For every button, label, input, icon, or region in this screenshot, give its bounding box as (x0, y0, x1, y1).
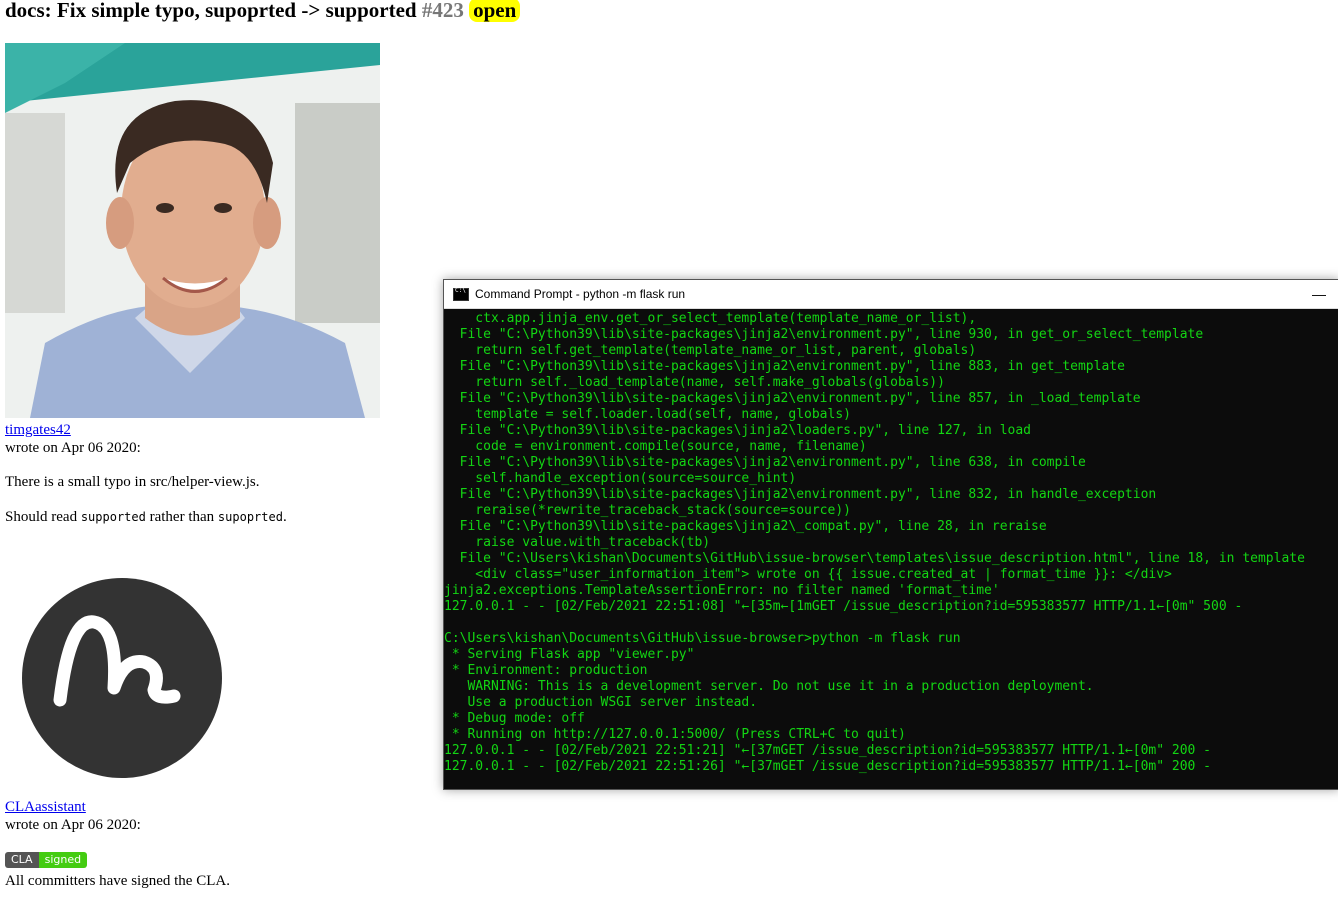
console-line: * Serving Flask app "viewer.py" (444, 647, 695, 662)
console-line: jinja2.exceptions.TemplateAssertionError… (444, 583, 1000, 598)
console-line: <div class="user_information_item"> wrot… (444, 567, 1172, 582)
issue-title-text: docs: Fix simple typo, supoprted -> supp… (5, 0, 417, 22)
badge-status: signed (38, 852, 88, 868)
text-segment: rather than (145, 509, 218, 525)
console-line: * Debug mode: off (444, 711, 585, 726)
console-line: return self._load_template(name, self.ma… (444, 375, 945, 390)
code-supoprted: supoprted (217, 510, 283, 524)
console-output[interactable]: ctx.app.jinja_env.get_or_select_template… (444, 309, 1338, 787)
badge-label: CLA (5, 852, 39, 868)
console-line: WARNING: This is a development server. D… (444, 679, 1094, 694)
console-line: 127.0.0.1 - - [02/Feb/2021 22:51:08] "←[… (444, 599, 1243, 614)
issue-title: docs: Fix simple typo, supoprted -> supp… (5, 0, 521, 25)
comment-text-cla: All committers have signed the CLA. (5, 873, 230, 889)
comment-author-link-cla[interactable]: CLAassistant (5, 799, 86, 816)
text-segment: . (282, 509, 287, 525)
comment-author-link[interactable]: timgates42 (5, 422, 71, 439)
console-line: File "C:\Users\kishan\Documents\GitHub\i… (444, 551, 1305, 566)
avatar-timgates42 (5, 43, 380, 418)
console-line: * Environment: production (444, 663, 648, 678)
window-title: Command Prompt - python -m flask run (475, 287, 686, 301)
comment-text: There is a small typo in src/helper-view… (5, 474, 260, 490)
console-line: raise value.with_traceback(tb) (444, 535, 711, 550)
console-line: return self.get_template(template_name_o… (444, 343, 977, 358)
text-segment: Should read (5, 509, 81, 525)
minimize-button[interactable]: — (1299, 286, 1338, 302)
console-line: File "C:\Python39\lib\site-packages\jinj… (444, 327, 1204, 342)
issue-number: #423 (421, 0, 464, 22)
console-line: code = environment.compile(source, name,… (444, 439, 867, 454)
code-supported: supported (80, 510, 146, 524)
cmd-icon (453, 287, 469, 301)
comment-date: wrote on Apr 06 2020: (5, 440, 141, 456)
window-titlebar[interactable]: Command Prompt - python -m flask run — (444, 280, 1338, 309)
console-line: ctx.app.jinja_env.get_or_select_template… (444, 311, 977, 326)
console-line: * Running on http://127.0.0.1:5000/ (Pre… (444, 727, 906, 742)
console-line: Use a production WSGI server instead. (444, 695, 758, 710)
avatar-claassistant (22, 578, 222, 778)
console-line: File "C:\Python39\lib\site-packages\jinj… (444, 519, 1047, 534)
console-line: C:\Users\kishan\Documents\GitHub\issue-b… (444, 631, 961, 646)
comment-date-cla: wrote on Apr 06 2020: (5, 817, 141, 833)
console-line: 127.0.0.1 - - [02/Feb/2021 22:51:21] "←[… (444, 743, 1212, 758)
cla-signed-badge: CLA signed (5, 852, 88, 868)
issue-state-badge: open (469, 0, 521, 22)
console-line: File "C:\Python39\lib\site-packages\jinj… (444, 455, 1086, 470)
console-line: self.handle_exception(source=source_hint… (444, 471, 797, 486)
command-prompt-window[interactable]: Command Prompt - python -m flask run — c… (443, 279, 1338, 790)
comment-text-suggestion: Should read supported rather than supopr… (5, 509, 287, 526)
console-line: File "C:\Python39\lib\site-packages\jinj… (444, 487, 1157, 502)
console-line: reraise(*rewrite_traceback_stack(source=… (444, 503, 851, 518)
console-line: 127.0.0.1 - - [02/Feb/2021 22:51:26] "←[… (444, 759, 1212, 774)
console-line: File "C:\Python39\lib\site-packages\jinj… (444, 359, 1125, 374)
console-line: File "C:\Python39\lib\site-packages\jinj… (444, 391, 1141, 406)
console-line: File "C:\Python39\lib\site-packages\jinj… (444, 423, 1031, 438)
console-line: template = self.loader.load(self, name, … (444, 407, 851, 422)
